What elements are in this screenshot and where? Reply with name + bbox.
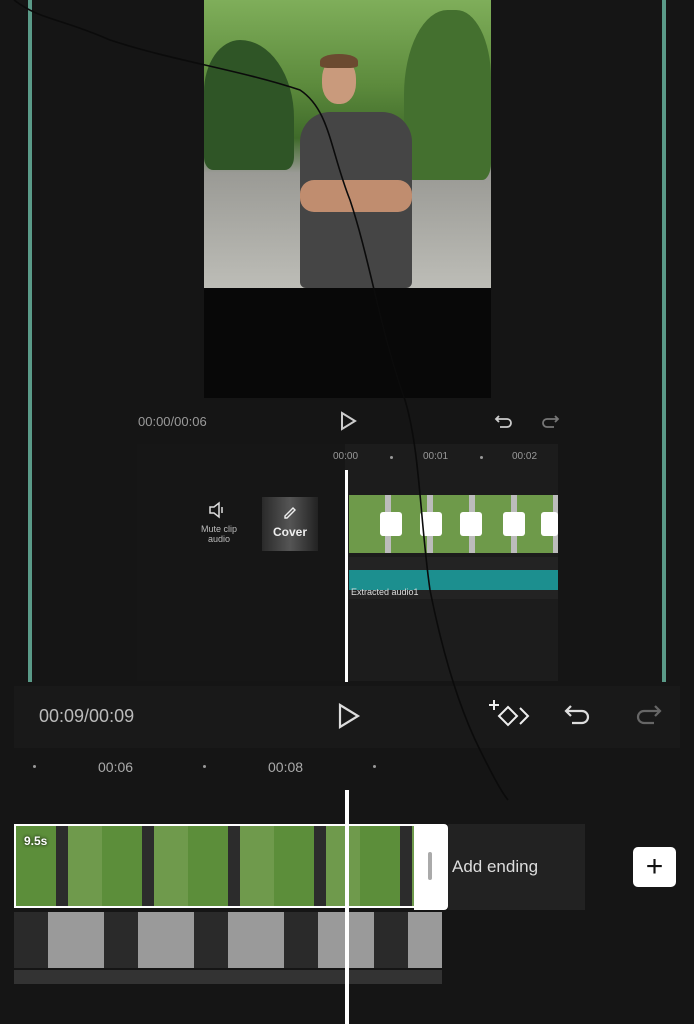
overlay-track[interactable]	[14, 912, 442, 968]
preview-person-arms	[300, 180, 412, 212]
ruler-tick-label: 00:08	[268, 759, 304, 775]
timeline-playhead[interactable]	[345, 790, 349, 1024]
inner-tick-dot	[480, 456, 483, 459]
preview-trees-left	[204, 40, 294, 170]
mute-clip-audio-button[interactable]: Mute clip audio	[196, 500, 242, 544]
inner-tick-label: 00:01	[423, 451, 449, 462]
keyframe-plus-icon	[489, 700, 530, 727]
edit-icon	[284, 507, 296, 519]
add-ending-button[interactable]: Add ending	[448, 824, 585, 910]
inner-clip-transition[interactable]	[541, 512, 558, 536]
inner-clip-transition[interactable]	[420, 512, 442, 536]
add-clip-button[interactable]: +	[633, 847, 676, 887]
inner-tick-label: 00:02	[512, 451, 538, 462]
inner-clip-transition[interactable]	[460, 512, 482, 536]
speaker-icon	[209, 501, 223, 519]
inner-play-button[interactable]	[338, 411, 358, 436]
extracted-audio-label: Extracted audio1	[351, 587, 419, 597]
preview-person-hair	[320, 54, 358, 68]
inner-tick-label: 00:00	[333, 451, 359, 462]
preview-image	[204, 0, 491, 288]
play-button[interactable]	[334, 702, 362, 735]
inner-tick-dot	[390, 456, 393, 459]
cover-label: Cover	[272, 525, 307, 539]
undo-icon	[564, 705, 590, 725]
inner-playhead[interactable]	[345, 470, 348, 682]
add-keyframe-button[interactable]	[488, 698, 532, 737]
undo-button[interactable]	[563, 702, 593, 735]
video-preview	[204, 0, 491, 398]
inner-clip-transition[interactable]	[503, 512, 525, 536]
main-video-clip[interactable]	[14, 824, 434, 908]
audio-track[interactable]	[14, 970, 442, 984]
play-icon	[341, 411, 357, 431]
cover-button[interactable]: Cover	[262, 497, 318, 551]
preview-trees-right	[404, 10, 491, 180]
clip-grip-icon	[428, 852, 432, 880]
ruler-dot	[33, 765, 36, 768]
left-accent-line	[28, 0, 32, 682]
inner-redo-button[interactable]	[540, 412, 560, 435]
redo-icon	[542, 415, 560, 428]
ruler-dot	[203, 765, 206, 768]
redo-button[interactable]	[633, 702, 663, 735]
main-timecode: 00:09/00:09	[39, 706, 135, 726]
inner-undo-button[interactable]	[494, 412, 514, 435]
ruler-tick-label: 00:06	[98, 759, 134, 775]
redo-icon	[636, 705, 662, 725]
right-accent-line	[662, 0, 666, 682]
inner-clip-transition[interactable]	[380, 512, 402, 536]
mute-clip-audio-label: Mute clip audio	[200, 524, 237, 544]
undo-icon	[494, 415, 512, 428]
ruler-dot	[373, 765, 376, 768]
plus-icon: +	[645, 850, 664, 883]
inner-tools-panel	[137, 444, 345, 681]
inner-timecode: 00:00/00:06	[138, 414, 207, 429]
add-ending-label: Add ending	[452, 857, 539, 876]
clip-duration: 9.5s	[24, 834, 48, 848]
play-icon	[338, 703, 361, 729]
